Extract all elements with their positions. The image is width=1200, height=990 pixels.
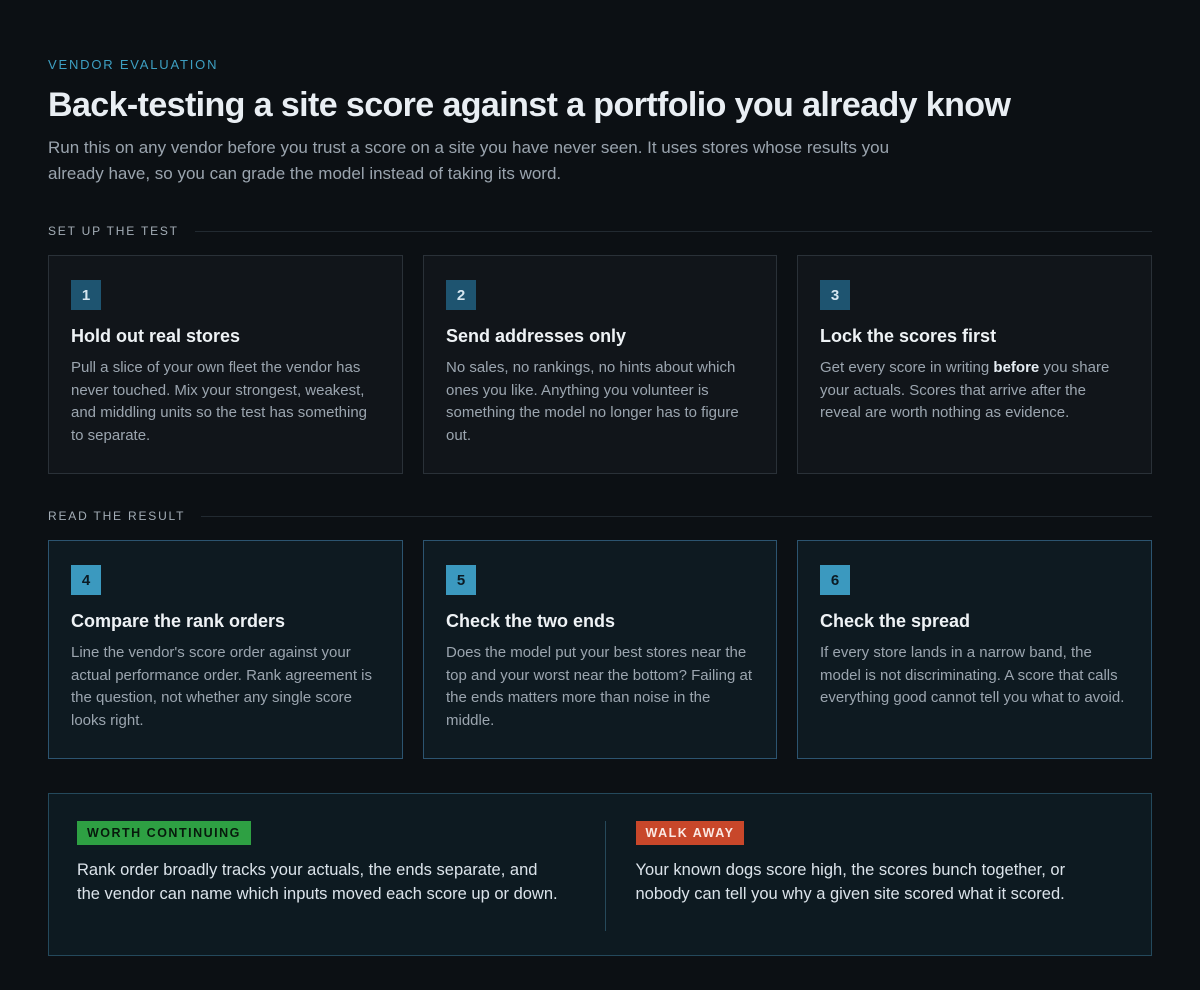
section-label: READ THE RESULT (48, 509, 186, 523)
section-label: SET UP THE TEST (48, 224, 179, 238)
verdict-continue: WORTH CONTINUING Rank order broadly trac… (77, 821, 605, 955)
step-number-badge: 1 (71, 280, 101, 310)
eyebrow: VENDOR EVALUATION (48, 57, 219, 72)
step-number-badge: 3 (820, 280, 850, 310)
step-title: Hold out real stores (71, 326, 241, 346)
step-number-badge: 6 (820, 565, 850, 595)
step-title: Compare the rank orders (71, 611, 286, 631)
step-body: If every store lands in a narrow band, t… (820, 644, 1125, 707)
step-body: Line the vendor's score order against yo… (71, 644, 372, 730)
section-header-result: READ THE RESULT (48, 509, 1152, 523)
step-number-badge: 5 (446, 565, 476, 595)
step-title: Check the spread (820, 611, 971, 631)
section-header-setup: SET UP THE TEST (48, 224, 1152, 238)
step-card-3: 3 Lock the scores first Get every score … (797, 255, 1152, 474)
step-card-4: 4 Compare the rank orders Line the vendo… (48, 540, 403, 759)
step-card-1: 1 Hold out real stores Pull a slice of y… (48, 255, 403, 474)
step-card-2: 2 Send addresses only No sales, no ranki… (423, 255, 777, 474)
verdict-panel: WORTH CONTINUING Rank order broadly trac… (48, 793, 1152, 956)
step-body-emphasis: before (993, 359, 1040, 376)
result-steps: 4 Compare the rank orders Line the vendo… (48, 540, 1152, 759)
step-card-6: 6 Check the spread If every store lands … (797, 540, 1152, 759)
verdict-walk-away: WALK AWAY Your known dogs score high, th… (606, 821, 1124, 955)
section-divider (201, 515, 1152, 517)
verdict-continue-text: Rank order broadly tracks your actuals, … (77, 861, 558, 903)
step-body: Pull a slice of your own fleet the vendo… (71, 359, 368, 445)
step-body: No sales, no rankings, no hints about wh… (446, 359, 739, 445)
step-title: Send addresses only (446, 326, 627, 346)
page-title: Back-testing a site score against a port… (48, 86, 1011, 124)
step-body: Does the model put your best stores near… (446, 644, 753, 730)
section-divider (194, 230, 1152, 232)
worth-continuing-badge: WORTH CONTINUING (77, 821, 251, 845)
step-body-text: Get every score in writing (820, 359, 994, 376)
step-number-badge: 4 (71, 565, 101, 595)
walk-away-badge: WALK AWAY (635, 821, 745, 845)
verdict-walk-away-text: Your known dogs score high, the scores b… (635, 861, 1066, 903)
page: VENDOR EVALUATION Back-testing a site sc… (0, 0, 1200, 990)
setup-steps: 1 Hold out real stores Pull a slice of y… (48, 255, 1152, 474)
intro-text: Run this on any vendor before you trust … (48, 138, 890, 183)
step-body: Get every score in writing before you sh… (820, 357, 1129, 425)
step-title: Lock the scores first (820, 326, 997, 346)
step-number-badge: 2 (446, 280, 476, 310)
step-title: Check the two ends (446, 611, 616, 631)
step-card-5: 5 Check the two ends Does the model put … (423, 540, 777, 759)
